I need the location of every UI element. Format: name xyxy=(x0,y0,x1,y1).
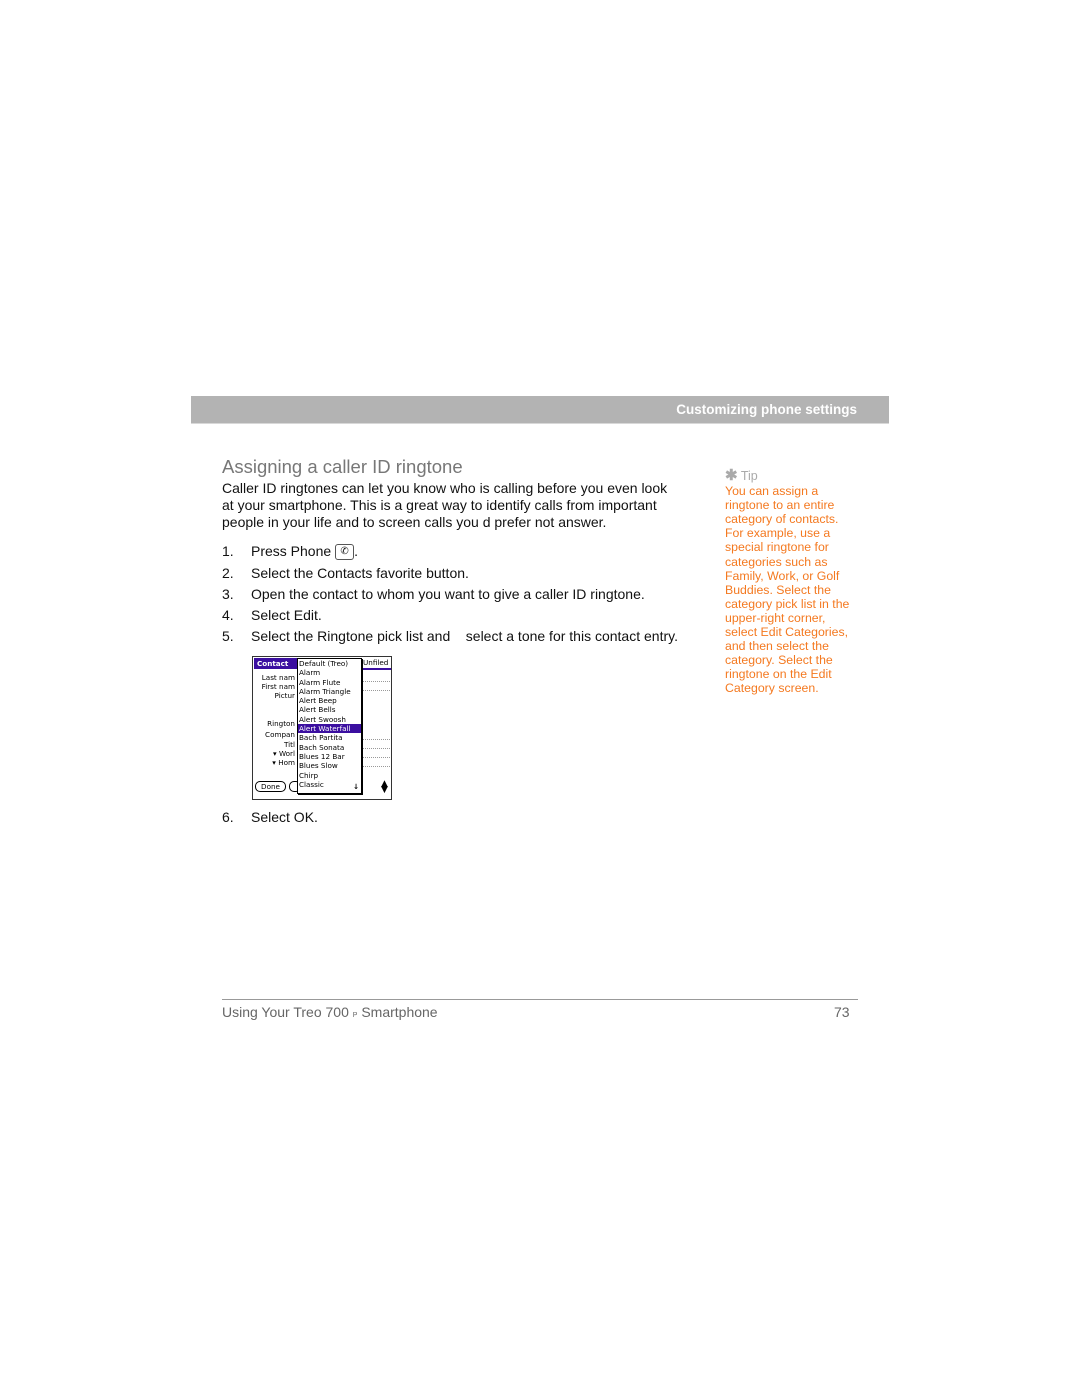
scroll-down-icon: ↓ xyxy=(352,782,359,791)
ringtone-option: Blues Slow xyxy=(299,761,338,771)
asterisk-icon: ✱ xyxy=(725,467,738,484)
step-4: 4. Select Edit. xyxy=(222,607,322,623)
footer-divider xyxy=(222,999,858,1000)
ringtone-option: Alert Swoosh xyxy=(299,714,346,724)
page-number: 73 xyxy=(834,1004,850,1020)
step-3: 3. Open the contact to whom you want to g… xyxy=(222,586,645,602)
step-1: 1. Press Phone ✆. xyxy=(222,543,358,561)
ringtone-option: Alarm Triangle xyxy=(299,686,351,696)
ringtone-option: Alert Beep xyxy=(299,696,337,706)
tip-sidebar: ✱ Tip You can assign a ringtone to an en… xyxy=(725,467,855,696)
intro-paragraph: Caller ID ringtones can let you know who… xyxy=(222,480,668,530)
manual-page: Customizing phone settings Assigning a c… xyxy=(0,0,1080,1397)
footer-book-title: Using Your Treo 700 P Smartphone xyxy=(222,1004,438,1020)
section-header-bar: Customizing phone settings xyxy=(191,396,889,424)
ringtone-option: Default (Treo) xyxy=(299,659,349,668)
ringtone-option: Alert Waterfall xyxy=(298,724,361,734)
category-picker: Unfiled xyxy=(363,658,391,670)
done-button: Done xyxy=(255,781,286,792)
screen-title: Contact xyxy=(254,658,298,669)
ringtone-option: Chirp xyxy=(299,770,319,780)
page-title: Assigning a caller ID ringtone xyxy=(222,456,463,477)
step-6: 6. Select OK. xyxy=(222,809,318,825)
ringtone-pick-list: Default (Treo) Alarm Alarm Flute Alarm Tria… xyxy=(297,658,362,794)
contact-edit-screenshot: Contact Unfiled Last nam First nam Pictu… xyxy=(252,656,392,800)
tip-label: Tip xyxy=(740,469,758,483)
ringtone-option: Alarm xyxy=(299,668,321,678)
phone-key-icon: ✆ xyxy=(335,544,355,561)
step-2: 2. Select the Contacts favorite button. xyxy=(222,565,469,581)
ringtone-option: Classic xyxy=(299,779,324,789)
ringtone-option: Alarm Flute xyxy=(299,677,341,687)
ringtone-option: Alert Bells xyxy=(299,705,336,715)
ringtone-option: Bach Partita xyxy=(299,733,343,743)
section-title: Customizing phone settings xyxy=(676,402,857,417)
ringtone-option: Bach Sonata xyxy=(299,742,345,752)
step-5: 5. Select the Ringtone pick list and sele… xyxy=(222,628,678,644)
tip-text: You can assign a ringtone to an entire c… xyxy=(725,484,850,696)
ringtone-option: Blues 12 Bar xyxy=(299,751,345,761)
